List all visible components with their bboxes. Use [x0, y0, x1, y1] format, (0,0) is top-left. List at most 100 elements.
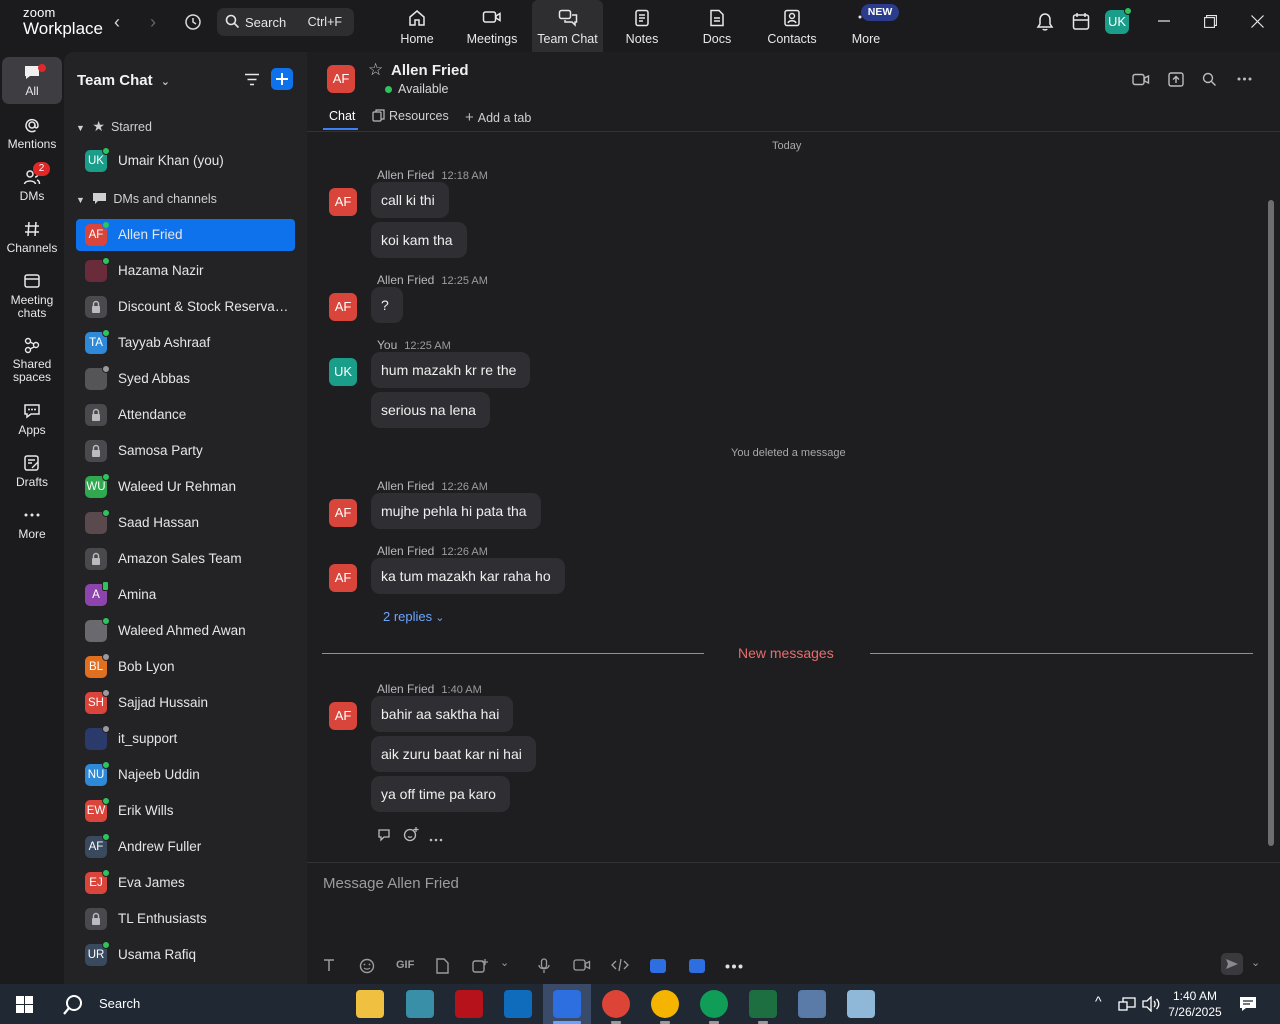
app-icon[interactable]	[847, 990, 875, 1018]
text-format-icon[interactable]	[322, 958, 336, 972]
sender-name[interactable]: Allen Fried	[377, 544, 434, 558]
sidebar-item[interactable]: it_support	[76, 723, 295, 755]
rail-mentions[interactable]: Mentions	[2, 116, 62, 151]
back-arrow-icon[interactable]: ‹	[114, 12, 120, 33]
tab-team-chat[interactable]: Team Chat	[532, 0, 603, 52]
sidebar-item[interactable]: SH Sajjad Hussain	[76, 687, 295, 719]
sidebar-item[interactable]: Saad Hassan	[76, 507, 295, 539]
sidebar-item[interactable]: UR Usama Rafiq	[76, 939, 295, 971]
message-avatar[interactable]: UK	[329, 358, 357, 386]
filezilla-icon[interactable]	[455, 990, 483, 1018]
sidebar-item[interactable]: Hazama Nazir	[76, 255, 295, 287]
restore-icon[interactable]	[1204, 15, 1217, 28]
sidebar-item[interactable]: Waleed Ahmed Awan	[76, 615, 295, 647]
sidebar-item[interactable]: AF Andrew Fuller	[76, 831, 295, 863]
app-icon[interactable]	[406, 990, 434, 1018]
more-options-icon[interactable]	[429, 838, 443, 842]
more-tools-icon[interactable]	[725, 964, 743, 969]
rail-apps[interactable]: Apps	[2, 402, 62, 437]
app-shortcut-icon[interactable]	[689, 959, 705, 973]
taskbar-clock[interactable]: 1:40 AM 7/26/2025	[1165, 988, 1225, 1020]
rail-dms[interactable]: DMs 2	[2, 162, 62, 203]
notifications-icon[interactable]	[1239, 996, 1257, 1012]
chrome-icon[interactable]	[651, 990, 679, 1018]
sender-name[interactable]: Allen Fried	[377, 168, 434, 182]
message-bubble[interactable]: ya off time pa karo	[371, 776, 510, 812]
sidebar-title[interactable]: Team Chat ⌄	[77, 72, 170, 89]
send-button[interactable]	[1221, 953, 1243, 975]
sidebar-item[interactable]: TL Enthusiasts	[76, 903, 295, 935]
rail-drafts[interactable]: Drafts	[2, 454, 62, 489]
sidebar-item[interactable]: Syed Abbas	[76, 363, 295, 395]
sender-name[interactable]: Allen Fried	[377, 682, 434, 696]
forward-arrow-icon[interactable]: ›	[150, 12, 156, 33]
message-bubble[interactable]: ?	[371, 287, 403, 323]
rail-all[interactable]: All	[2, 57, 62, 104]
add-reaction-icon[interactable]	[403, 826, 419, 842]
outlook-icon[interactable]	[504, 990, 532, 1018]
new-chat-button[interactable]	[271, 68, 293, 90]
tab-home[interactable]: Home	[392, 0, 442, 52]
file-icon[interactable]	[436, 958, 449, 974]
video-call-icon[interactable]	[1132, 73, 1150, 86]
message-scrollbar[interactable]	[1268, 200, 1274, 846]
share-screen-icon[interactable]	[1168, 72, 1184, 87]
chrome-icon[interactable]	[700, 990, 728, 1018]
message-bubble[interactable]: koi kam tha	[371, 222, 467, 258]
starred-section-header[interactable]: ▼ ★ Starred	[76, 118, 152, 135]
sidebar-item[interactable]: TA Tayyab Ashraaf	[76, 327, 295, 359]
sidebar-item[interactable]: EW Erik Wills	[76, 795, 295, 827]
contact-name[interactable]: Allen Fried	[391, 62, 469, 79]
excel-icon[interactable]	[749, 990, 777, 1018]
emoji-icon[interactable]	[359, 958, 375, 974]
sidebar-item[interactable]: AF Allen Fried	[76, 219, 295, 251]
filter-icon[interactable]	[244, 73, 260, 86]
bell-icon[interactable]	[1036, 12, 1054, 32]
tab-resources[interactable]: Resources	[372, 109, 449, 123]
message-input[interactable]: Message Allen Fried	[323, 875, 459, 892]
dms-section-header[interactable]: ▼ DMs and channels	[76, 192, 217, 206]
sidebar-item[interactable]: EJ Eva James	[76, 867, 295, 899]
file-explorer-icon[interactable]	[356, 990, 384, 1018]
zoom-icon[interactable]	[553, 990, 581, 1018]
tab-meetings[interactable]: Meetings	[464, 0, 520, 52]
network-icon[interactable]	[1118, 997, 1136, 1011]
sidebar-item[interactable]: BL Bob Lyon	[76, 651, 295, 683]
microphone-icon[interactable]	[538, 958, 550, 974]
message-avatar[interactable]: AF	[329, 293, 357, 321]
rail-more[interactable]: More	[2, 506, 62, 541]
chrome-icon[interactable]	[602, 990, 630, 1018]
screenshot-icon[interactable]	[472, 958, 488, 974]
volume-icon[interactable]	[1142, 996, 1160, 1012]
tab-docs[interactable]: Docs	[694, 0, 740, 52]
tab-chat[interactable]: Chat	[329, 109, 355, 123]
reply-icon[interactable]	[377, 828, 393, 842]
taskbar-search-label[interactable]: Search	[99, 996, 140, 1011]
sidebar-item[interactable]: Attendance	[76, 399, 295, 431]
windows-start-icon[interactable]	[16, 996, 33, 1013]
star-outline-icon[interactable]: ☆	[368, 60, 383, 80]
sidebar-item[interactable]: Amazon Sales Team	[76, 543, 295, 575]
sender-name[interactable]: Allen Fried	[377, 479, 434, 493]
chevron-down-icon[interactable]: ⌄	[500, 956, 509, 969]
calculator-icon[interactable]	[798, 990, 826, 1018]
calendar-icon[interactable]	[1072, 12, 1090, 32]
message-bubble[interactable]: call ki thi	[371, 182, 449, 218]
gif-button[interactable]: GIF	[396, 959, 414, 971]
video-message-icon[interactable]	[573, 958, 591, 972]
chevron-up-icon[interactable]: ^	[1095, 993, 1102, 1009]
message-bubble[interactable]: mujhe pehla hi pata tha	[371, 493, 541, 529]
more-options-icon[interactable]	[1237, 77, 1252, 81]
history-icon[interactable]	[184, 13, 202, 31]
sidebar-item[interactable]: WU Waleed Ur Rehman	[76, 471, 295, 503]
rail-channels[interactable]: Channels	[2, 220, 62, 255]
sender-name[interactable]: You	[377, 338, 397, 352]
app-shortcut-icon[interactable]	[650, 959, 666, 973]
sidebar-item[interactable]: NU Najeeb Uddin	[76, 759, 295, 791]
message-avatar[interactable]: AF	[329, 702, 357, 730]
message-bubble[interactable]: serious na lena	[371, 392, 490, 428]
sender-name[interactable]: Allen Fried	[377, 273, 434, 287]
search-box[interactable]: Search Ctrl+F	[217, 8, 354, 36]
message-bubble[interactable]: ka tum mazakh kar raha ho	[371, 558, 565, 594]
code-snippet-icon[interactable]	[611, 958, 629, 972]
